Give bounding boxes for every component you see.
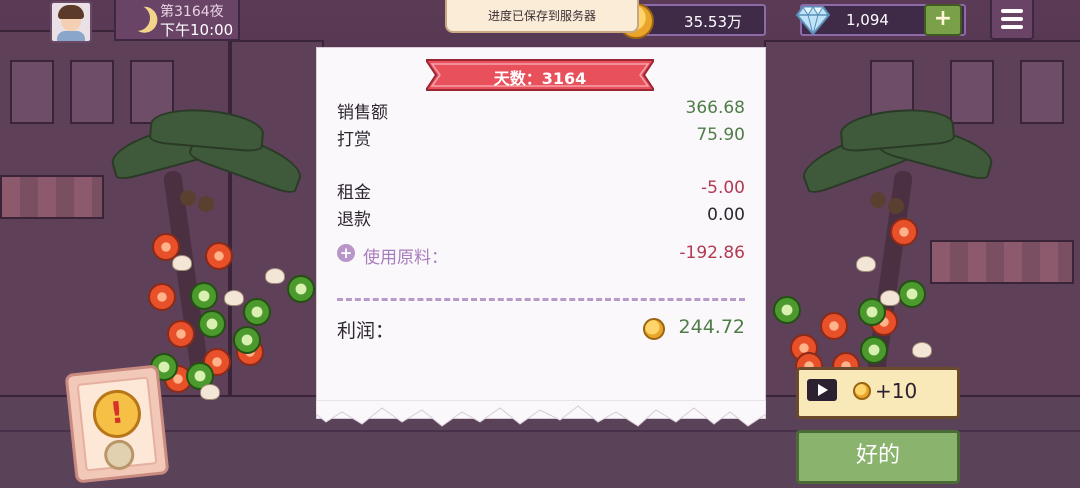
- building-window: [70, 60, 114, 124]
- building-window: [950, 60, 994, 124]
- coin-balance-value: 35.53万: [684, 13, 742, 31]
- tomato-slice-icon: [167, 320, 195, 348]
- tips-label: 打赏: [337, 130, 371, 150]
- refund-label: 退款: [337, 210, 371, 230]
- tips-value: 75.90: [696, 125, 745, 145]
- hamburger-icon: [1001, 9, 1023, 13]
- tomato-slice-icon: [205, 242, 233, 270]
- receipt-torn-edge: [316, 400, 766, 427]
- shop-awning: [0, 175, 104, 219]
- pepper-slice-icon: [190, 282, 218, 310]
- gem-balance-value: 1,094: [846, 11, 889, 29]
- pepper-slice-icon: [243, 298, 271, 326]
- add-gems-button[interactable]: +: [924, 4, 962, 36]
- pepper-slice-icon: [287, 275, 315, 303]
- watch-ad-reward-button[interactable]: +10: [796, 367, 960, 419]
- pepper-slice-icon: [860, 336, 888, 364]
- profit-value: 244.72: [678, 316, 745, 338]
- moon-icon: [122, 3, 152, 33]
- day-time-panel: 第3164夜 下午10:00: [114, 0, 240, 41]
- tomato-slice-icon: [890, 218, 918, 246]
- rent-value: -5.00: [701, 178, 745, 198]
- ingredients-value: -192.86: [679, 243, 745, 263]
- sales-label: 销售额: [337, 103, 388, 123]
- clock-time: 下午10:00: [160, 21, 234, 39]
- building-window: [1020, 60, 1064, 124]
- player-avatar[interactable]: [50, 1, 92, 43]
- rent-label: 租金: [337, 183, 371, 203]
- garlic-icon: [224, 290, 244, 306]
- ok-button[interactable]: 好的: [796, 430, 960, 484]
- receipt-divider: [337, 298, 745, 301]
- coconut: [888, 198, 904, 214]
- save-toast-text: 进度已保存到服务器: [487, 9, 596, 23]
- expand-plus-icon[interactable]: +: [337, 244, 355, 262]
- pepper-slice-icon: [233, 326, 261, 354]
- save-toast: 进度已保存到服务器: [445, 0, 639, 33]
- profit-label: 利润：: [337, 320, 395, 342]
- tomato-slice-icon: [820, 312, 848, 340]
- day-ribbon: 天数：3164: [426, 56, 654, 94]
- garlic-icon: [880, 290, 900, 306]
- garlic-icon: [200, 384, 220, 400]
- coin-icon: [853, 382, 871, 400]
- shop-awning: [930, 240, 1074, 284]
- day-counter: 第3164夜: [160, 4, 224, 20]
- refund-value: 0.00: [707, 205, 745, 225]
- day-ribbon-title: 天数：3164: [493, 69, 587, 88]
- video-play-icon: [807, 379, 837, 401]
- menu-button[interactable]: [990, 0, 1034, 40]
- coconut: [198, 196, 214, 212]
- garlic-icon: [265, 268, 285, 284]
- ad-reward-label: +10: [875, 379, 918, 403]
- garlic-icon: [172, 255, 192, 271]
- sales-value: 366.68: [685, 98, 745, 118]
- coconut: [870, 192, 886, 208]
- daily-receipt-panel: 销售额 366.68 打赏 75.90 租金 -5.00 退款 0.00 + 使…: [316, 47, 766, 419]
- garlic-icon: [856, 256, 876, 272]
- coin-icon: [643, 318, 665, 340]
- building-window: [10, 60, 54, 124]
- diamond-icon: [795, 6, 831, 36]
- alert-card-button[interactable]: !: [64, 364, 170, 484]
- pepper-slice-icon: [898, 280, 926, 308]
- tomato-slice-icon: [148, 283, 176, 311]
- garlic-icon: [912, 342, 932, 358]
- pepper-slice-icon: [773, 296, 801, 324]
- pepper-slice-icon: [198, 310, 226, 338]
- coconut: [180, 190, 196, 206]
- ingredients-label: 使用原料：: [363, 248, 448, 268]
